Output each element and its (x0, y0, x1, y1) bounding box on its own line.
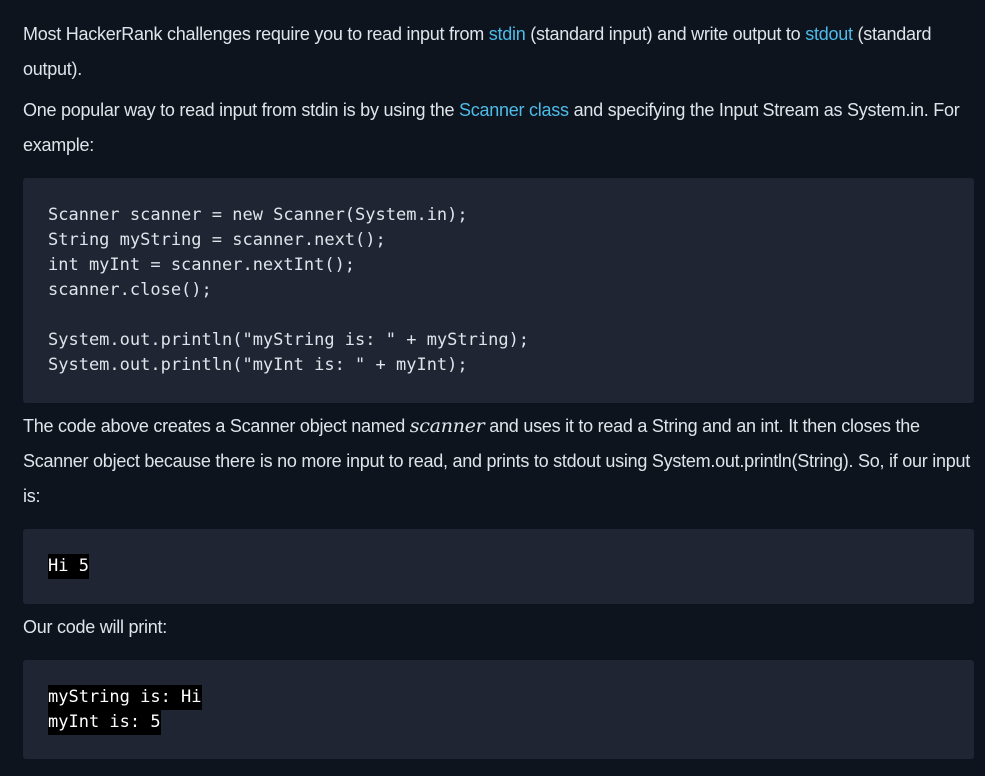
scanner-class-link[interactable]: Scanner class (459, 100, 569, 120)
code-line: scanner.close(); (48, 280, 212, 300)
intro-text-2: (standard input) and write output to (525, 24, 806, 44)
code-line: System.out.println("myInt is: " + myInt)… (48, 355, 468, 375)
code-example-block: Scanner scanner = new Scanner(System.in)… (23, 178, 974, 403)
code-line: System.out.println("myString is: " + myS… (48, 330, 530, 350)
print-paragraph: Our code will print: (23, 617, 168, 637)
output-line: myInt is: 5 (48, 710, 161, 735)
scanner-text-1: One popular way to read input from stdin… (23, 100, 459, 120)
stdout-link[interactable]: stdout (805, 24, 853, 44)
variable-name: scanner (409, 415, 485, 437)
output-example-block: myString is: Hi myInt is: 5 (23, 660, 974, 759)
stdin-link[interactable]: stdin (489, 24, 526, 44)
output-line: myString is: Hi (48, 685, 202, 710)
input-line: Hi 5 (48, 554, 89, 579)
explain-text-1: The code above creates a Scanner object … (23, 416, 410, 436)
scanner-paragraph: One popular way to read input from stdin… (23, 93, 974, 163)
code-line: String myString = scanner.next(); (48, 230, 386, 250)
code-line: int myInt = scanner.nextInt(); (48, 255, 356, 275)
intro-paragraph: Most HackerRank challenges require you t… (23, 17, 974, 87)
explanation-paragraph: The code above creates a Scanner object … (23, 409, 974, 514)
code-line: Scanner scanner = new Scanner(System.in)… (48, 205, 468, 225)
input-example-block: Hi 5 (23, 529, 974, 604)
intro-text-1: Most HackerRank challenges require you t… (23, 24, 489, 44)
